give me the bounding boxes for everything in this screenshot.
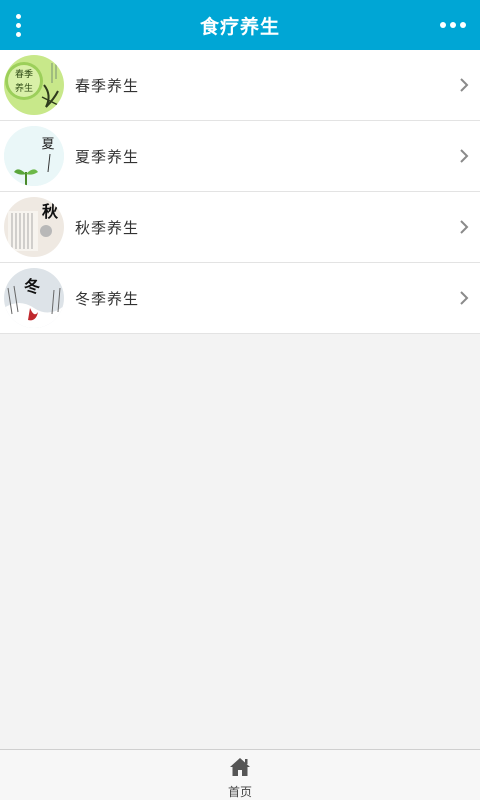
winter-thumb-text: 冬	[24, 277, 40, 296]
spring-thumb-text-bottom: 养生	[15, 82, 33, 94]
list-item-winter[interactable]: 冬 冬季养生	[0, 263, 480, 334]
horizontal-dots-icon-dot	[460, 22, 466, 28]
tab-home[interactable]: 首页	[200, 750, 280, 800]
tab-home-label: 首页	[227, 785, 252, 799]
vertical-dots-icon-dot	[15, 22, 21, 28]
menu-button[interactable]	[6, 8, 30, 42]
list-item-autumn[interactable]: 秋 秋季养生	[0, 192, 480, 263]
summer-thumbnail: 夏	[4, 126, 64, 186]
bottom-tab-bar: 首页	[0, 749, 480, 800]
chevron-right-icon	[460, 149, 469, 163]
home-icon	[230, 758, 250, 776]
vertical-dots-icon-dot	[15, 31, 21, 37]
list-item-spring[interactable]: 春季 养生 春季养生	[0, 50, 480, 121]
list-item-summer[interactable]: 夏 夏季养生	[0, 121, 480, 192]
horizontal-dots-icon	[440, 22, 446, 28]
chevron-right-icon	[460, 291, 469, 305]
season-list: 春季 养生 春季养生 夏 夏季养生 秋 秋季养生 冬 冬季养生	[0, 50, 480, 334]
spring-thumbnail: 春季 养生	[4, 55, 64, 115]
autumn-thumb-text: 秋	[42, 202, 59, 221]
list-item-label: 春季养生	[75, 76, 140, 95]
app-screen: 食疗养生 春季 养生 春季养生 夏 夏季养生 秋 秋季养生 冬 冬季养生 首页	[0, 0, 480, 800]
autumn-thumbnail: 秋	[4, 197, 64, 257]
more-options-button[interactable]	[438, 8, 468, 42]
list-item-label: 秋季养生	[75, 218, 140, 237]
header-bar: 食疗养生	[0, 0, 480, 50]
list-item-label: 冬季养生	[75, 289, 140, 308]
page-title: 食疗养生	[199, 15, 280, 38]
chevron-right-icon	[460, 78, 469, 92]
winter-thumbnail: 冬	[4, 268, 64, 328]
list-item-label: 夏季养生	[75, 147, 140, 166]
vertical-dots-icon	[15, 13, 21, 19]
horizontal-dots-icon-dot	[450, 22, 456, 28]
spring-thumb-text-top: 春季	[15, 68, 33, 80]
summer-thumb-text: 夏	[41, 137, 54, 152]
chevron-right-icon	[460, 220, 469, 234]
